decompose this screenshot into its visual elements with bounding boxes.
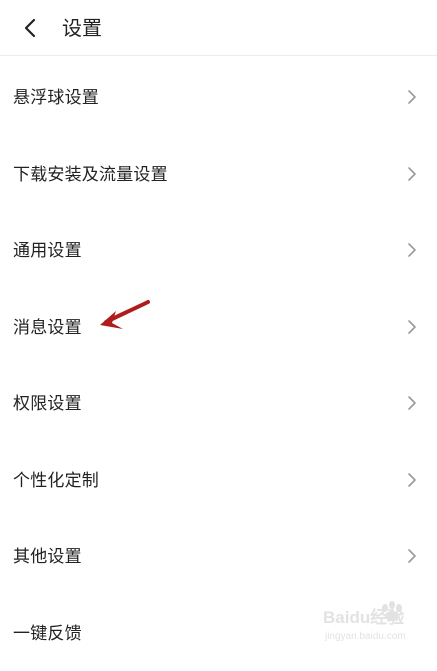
settings-item-message[interactable]: 消息设置	[0, 289, 437, 366]
chevron-right-icon	[407, 242, 417, 258]
settings-item-feedback[interactable]: 一键反馈	[0, 595, 437, 671]
settings-item-label: 一键反馈	[13, 622, 82, 646]
chevron-right-icon	[407, 472, 417, 488]
settings-item-general[interactable]: 通用设置	[0, 212, 437, 289]
chevron-right-icon	[407, 548, 417, 564]
page-title: 设置	[62, 14, 102, 42]
settings-item-other[interactable]: 其他设置	[0, 518, 437, 595]
chevron-right-icon	[407, 319, 417, 335]
settings-item-label: 下载安装及流量设置	[13, 163, 168, 187]
settings-item-label: 通用设置	[13, 239, 82, 263]
chevron-right-icon	[407, 166, 417, 182]
chevron-right-icon	[407, 89, 417, 105]
settings-item-download-traffic[interactable]: 下载安装及流量设置	[0, 136, 437, 213]
settings-item-label: 权限设置	[13, 392, 82, 416]
settings-item-permission[interactable]: 权限设置	[0, 365, 437, 442]
top-bar: 设置	[0, 0, 437, 56]
settings-item-label: 其他设置	[13, 545, 82, 569]
settings-item-floating-ball[interactable]: 悬浮球设置	[0, 59, 437, 136]
settings-item-label: 消息设置	[13, 316, 82, 340]
chevron-right-icon	[407, 395, 417, 411]
chevron-left-icon	[22, 18, 38, 38]
settings-list: 悬浮球设置 下载安装及流量设置 通用设置 消息设置 权限设置 个性化定制 其	[0, 59, 437, 671]
back-button[interactable]	[14, 12, 46, 44]
settings-item-label: 个性化定制	[13, 469, 99, 493]
settings-item-personalization[interactable]: 个性化定制	[0, 442, 437, 519]
settings-item-label: 悬浮球设置	[13, 86, 99, 110]
